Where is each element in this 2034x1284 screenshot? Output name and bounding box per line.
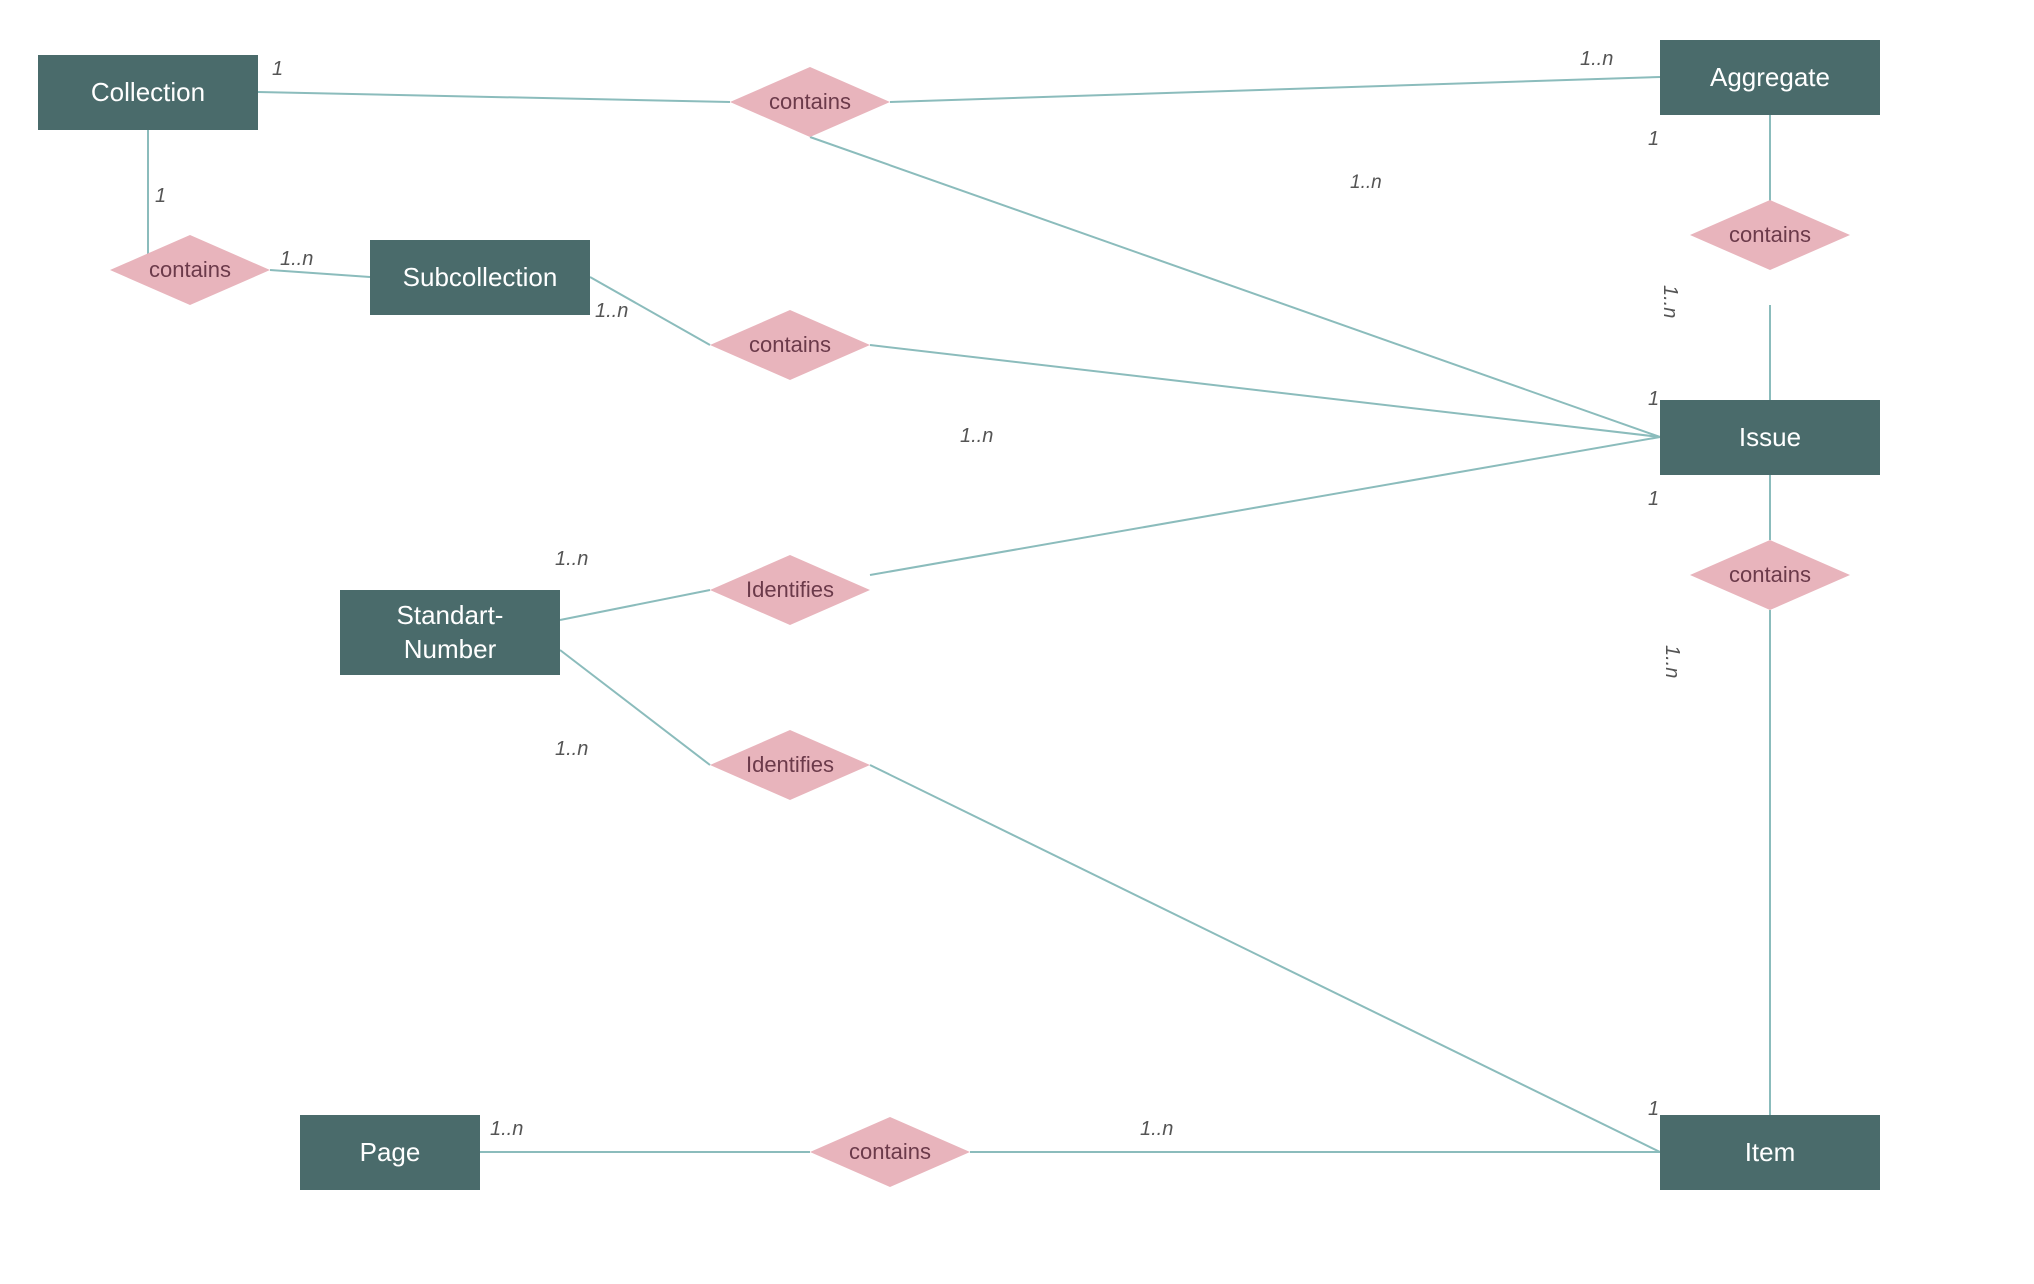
mult-page-contains6: 1..n: [490, 1118, 523, 1141]
mult-standart-identifies1: 1..n: [555, 548, 588, 571]
mult-contains2-subcollection: 1..n: [280, 248, 313, 271]
entity-item: Item: [1660, 1115, 1880, 1190]
mult-contains1-aggregate: 1..n: [1580, 48, 1613, 71]
mult-aggregate-contains4: 1: [1648, 128, 1659, 151]
mult-contains6-item: 1..n: [1140, 1118, 1173, 1141]
mult-contains3-issue: 1..n: [960, 425, 993, 448]
mult-standart-identifies2: 1..n: [555, 738, 588, 761]
diamond-contains5: contains: [1690, 540, 1850, 610]
mult-contains1-issue: 1..n: [1350, 172, 1382, 194]
entity-issue: Issue: [1660, 400, 1880, 475]
diamond-identifies2: Identifies: [710, 730, 870, 800]
diamond-contains4: contains: [1690, 200, 1850, 270]
entity-subcollection: Subcollection: [370, 240, 590, 315]
mult-item-top: 1: [1648, 1098, 1659, 1121]
diamond-contains1: contains: [730, 67, 890, 137]
connection-lines: [0, 0, 2034, 1284]
mult-contains5-item: 1..n: [1660, 645, 1683, 678]
entity-standart-number: Standart- Number: [340, 590, 560, 675]
mult-issue-contains5: 1: [1648, 488, 1659, 511]
mult-issue-top: 1: [1648, 388, 1659, 411]
entity-collection: Collection: [38, 55, 258, 130]
diamond-identifies1: Identifies: [710, 555, 870, 625]
diamond-contains3: contains: [710, 310, 870, 380]
diagram-container: Collection Aggregate Subcollection Issue…: [0, 0, 2034, 1284]
mult-subcollection-contains3: 1..n: [595, 300, 628, 323]
diamond-contains2: contains: [110, 235, 270, 305]
mult-collection-contains1: 1: [272, 58, 283, 81]
diamond-contains6: contains: [810, 1117, 970, 1187]
entity-aggregate: Aggregate: [1660, 40, 1880, 115]
mult-collection-down: 1: [155, 185, 166, 208]
mult-contains4-issue: 1..n: [1658, 285, 1681, 318]
entity-page: Page: [300, 1115, 480, 1190]
